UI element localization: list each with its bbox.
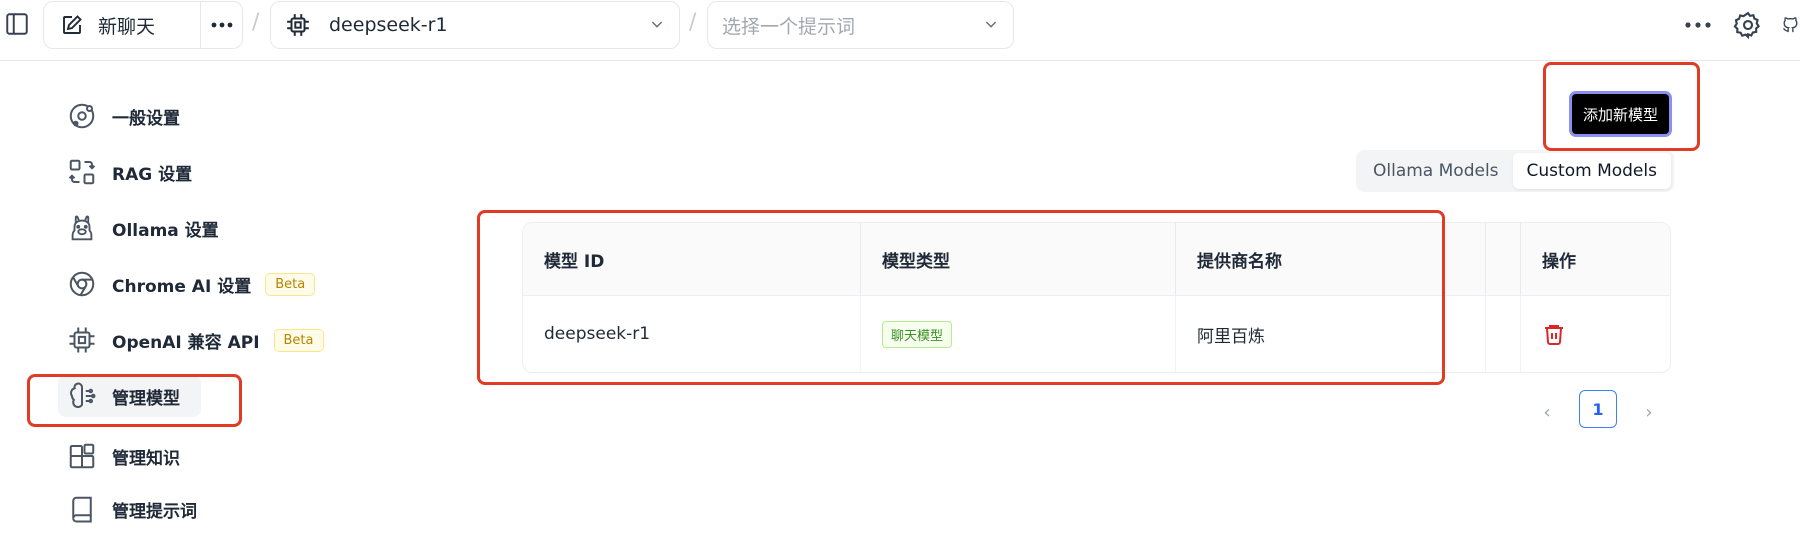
more-options-icon[interactable] bbox=[201, 2, 242, 48]
ollama-icon bbox=[66, 212, 98, 244]
sidebar-item-chrome-ai-settings[interactable]: Chrome AI 设置 Beta bbox=[58, 263, 328, 305]
chip-icon bbox=[66, 324, 98, 356]
page-number-button[interactable]: 1 bbox=[1579, 390, 1617, 428]
general-settings-icon bbox=[66, 100, 98, 132]
rag-icon bbox=[66, 156, 98, 188]
prompt-select[interactable]: 选择一个提示词 bbox=[707, 1, 1014, 49]
chip-icon bbox=[285, 12, 311, 38]
chevron-down-icon bbox=[649, 16, 665, 32]
blocks-icon bbox=[66, 440, 98, 472]
brain-icon bbox=[66, 380, 98, 412]
beta-badge: Beta bbox=[273, 328, 324, 352]
add-new-model-button[interactable]: 添加新模型 bbox=[1569, 91, 1672, 137]
sidebar-item-manage-models[interactable]: 管理模型 bbox=[58, 375, 201, 417]
chrome-icon bbox=[66, 268, 98, 300]
new-chat-label: 新聊天 bbox=[98, 15, 156, 38]
sidebar-item-manage-prompts[interactable]: 管理提示词 bbox=[58, 488, 258, 530]
sidebar-item-label: RAG 设置 bbox=[112, 164, 193, 185]
column-header: 提供商名称 bbox=[1175, 223, 1485, 295]
column-header: 模型类型 bbox=[860, 223, 1175, 295]
model-type-cell: 聊天模型 bbox=[860, 296, 1175, 372]
sidebar-item-label: 管理提示词 bbox=[112, 501, 197, 522]
model-id-cell: deepseek-r1 bbox=[544, 324, 651, 344]
model-source-tabs: Ollama Models Custom Models bbox=[1356, 150, 1674, 192]
models-table: 模型 ID 模型类型 提供商名称 操作 deepseek-r1 聊天模型 阿里百… bbox=[522, 222, 1671, 373]
book-icon bbox=[66, 493, 98, 525]
model-select-value: deepseek-r1 bbox=[329, 14, 448, 36]
trash-icon[interactable] bbox=[1542, 321, 1566, 347]
sidebar-item-manage-knowledge[interactable]: 管理知识 bbox=[58, 435, 258, 477]
action-cell bbox=[1520, 296, 1670, 372]
model-type-tag: 聊天模型 bbox=[882, 320, 953, 348]
separator: / bbox=[252, 10, 260, 35]
column-header bbox=[1485, 223, 1520, 295]
new-chat-group: 新聊天 bbox=[43, 1, 243, 49]
sidebar-item-rag-settings[interactable]: RAG 设置 bbox=[58, 151, 258, 193]
column-header: 模型 ID bbox=[544, 251, 605, 272]
sidebar-item-label: 管理知识 bbox=[112, 448, 180, 469]
beta-badge: Beta bbox=[265, 272, 316, 296]
sidebar-item-ollama-settings[interactable]: Ollama 设置 bbox=[58, 207, 278, 249]
prev-page-button[interactable]: ‹ bbox=[1535, 400, 1559, 424]
top-bar: 新聊天 / deepseek-r1 / 选择一个提示词 bbox=[0, 0, 1800, 61]
model-select[interactable]: deepseek-r1 bbox=[270, 1, 680, 49]
github-icon[interactable] bbox=[1781, 8, 1800, 42]
sidebar-item-label: Chrome AI 设置 bbox=[112, 276, 252, 297]
sidebar-item-label: 管理模型 bbox=[112, 388, 180, 409]
sidebar-item-label: 一般设置 bbox=[112, 108, 180, 129]
separator: / bbox=[689, 10, 697, 35]
tab-custom-models[interactable]: Custom Models bbox=[1512, 153, 1671, 189]
empty-cell bbox=[1485, 296, 1520, 372]
table-header-row: 模型 ID 模型类型 提供商名称 操作 bbox=[523, 223, 1670, 296]
sidebar-item-openai-api[interactable]: OpenAI 兼容 API Beta bbox=[58, 319, 338, 361]
tab-ollama-models[interactable]: Ollama Models bbox=[1359, 153, 1513, 189]
chevron-down-icon bbox=[983, 16, 999, 32]
column-header: 操作 bbox=[1520, 223, 1670, 295]
edit-icon bbox=[60, 13, 84, 37]
new-chat-button[interactable]: 新聊天 bbox=[44, 2, 201, 48]
sidebar-toggle-icon[interactable] bbox=[2, 9, 32, 39]
next-page-button[interactable]: › bbox=[1637, 400, 1661, 424]
prompt-select-placeholder: 选择一个提示词 bbox=[722, 15, 856, 38]
sidebar-item-general-settings[interactable]: 一般设置 bbox=[58, 95, 258, 137]
settings-gear-icon[interactable] bbox=[1731, 8, 1765, 42]
more-menu-icon[interactable] bbox=[1683, 12, 1713, 38]
table-row: deepseek-r1 聊天模型 阿里百炼 bbox=[523, 296, 1670, 372]
provider-cell: 阿里百炼 bbox=[1175, 296, 1485, 372]
sidebar-item-label: Ollama 设置 bbox=[112, 220, 219, 241]
sidebar-item-label: OpenAI 兼容 API bbox=[112, 332, 260, 353]
